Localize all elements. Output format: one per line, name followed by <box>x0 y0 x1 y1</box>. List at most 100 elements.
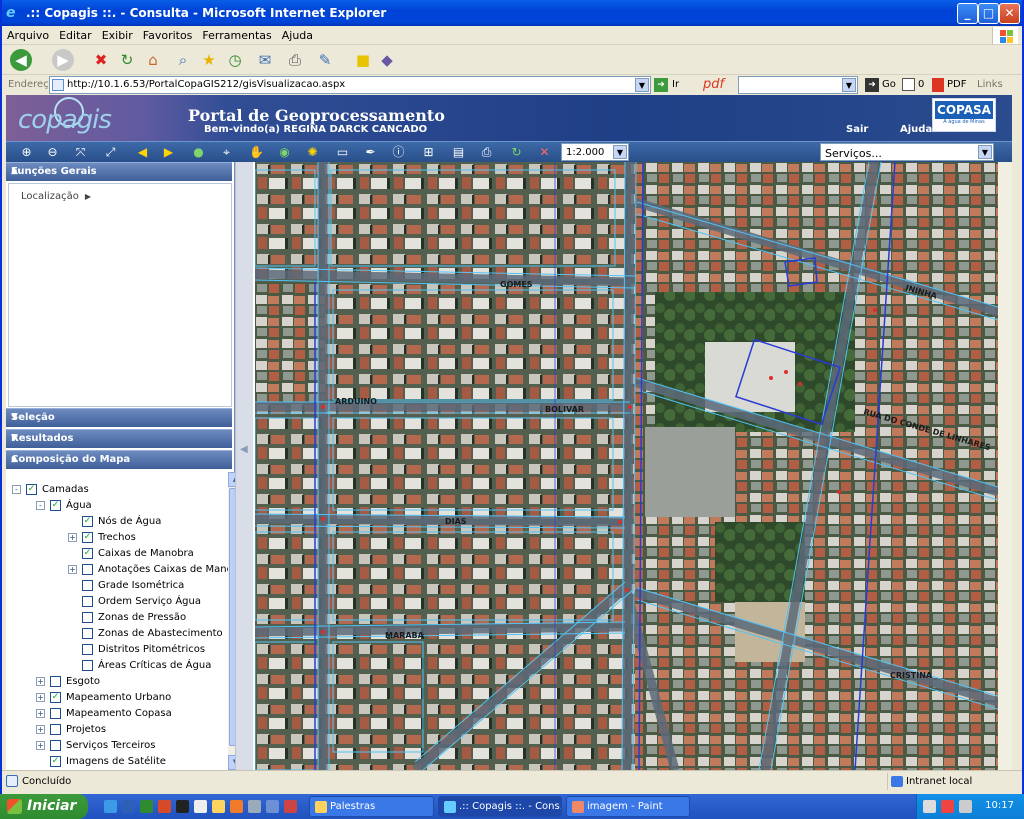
title-bar[interactable]: e .:: Copagis ::. - Consulta - Microsoft… <box>2 0 1022 26</box>
collapse-icon[interactable]: - <box>36 501 45 510</box>
expand-icon[interactable]: + <box>68 533 77 542</box>
minimize-button[interactable]: _ <box>957 3 978 24</box>
folder-quicklaunch-icon[interactable] <box>212 800 225 813</box>
tree-node[interactable]: Zonas de Pressão <box>6 610 228 626</box>
zoom-extent-icon[interactable]: ⤧ <box>72 144 89 161</box>
go-button[interactable]: Ir <box>672 79 679 90</box>
menu-ajuda[interactable]: Ajuda <box>277 26 318 42</box>
menu-editar[interactable]: Editar <box>54 26 97 42</box>
keyboard-tray-icon[interactable] <box>923 800 936 813</box>
layer-checkbox[interactable]: ✓ <box>82 516 93 527</box>
funcoes-gerais-header[interactable]: Funções Gerais ▲ <box>6 162 232 181</box>
edit-icon[interactable]: ✎ <box>314 49 336 71</box>
composicao-header[interactable]: Composição do Mapa ▲ <box>6 450 232 469</box>
tree-node[interactable]: + Projetos <box>6 722 228 738</box>
tree-node[interactable]: + Anotações Caixas de Manobra <box>6 562 228 578</box>
servicos-select[interactable]: Serviços... ▼ <box>820 143 994 161</box>
menu-arquivo[interactable]: Arquivo <box>2 26 54 42</box>
layer-checkbox[interactable] <box>82 596 93 607</box>
tree-node[interactable]: Ordem Serviço Água <box>6 594 228 610</box>
pdf-button[interactable]: PDF <box>947 79 966 90</box>
zoom-in-icon[interactable]: ⊕ <box>18 144 35 161</box>
go2-button[interactable]: Go <box>882 79 896 90</box>
zoom-out-icon[interactable]: ⊖ <box>44 144 61 161</box>
discuss-icon[interactable]: ■ <box>352 49 374 71</box>
layer-checkbox[interactable] <box>82 660 93 671</box>
cmd-quicklaunch-icon[interactable] <box>176 800 189 813</box>
powerpoint-quicklaunch-icon[interactable] <box>158 800 171 813</box>
satellite-map[interactable]: GOMES ARDUINO BOLIVAR DIAS MARABA CRISTI… <box>255 162 998 770</box>
overview-icon[interactable]: ✺ <box>304 144 321 161</box>
mail-icon[interactable]: ✉ <box>254 49 276 71</box>
menu-exibir[interactable]: Exibir <box>97 26 138 42</box>
collapse-icon[interactable]: - <box>12 485 21 494</box>
word-quicklaunch-icon[interactable] <box>122 800 135 813</box>
tree-node[interactable]: ✓ Caixas de Manobra <box>6 546 228 562</box>
pdf-toolbar[interactable]: pdf <box>703 77 724 92</box>
menu-favoritos[interactable]: Favoritos <box>138 26 198 42</box>
identify-xy-icon[interactable]: ⌖ <box>218 144 235 161</box>
search-icon[interactable]: ⌕ <box>172 49 194 71</box>
buffer-icon[interactable]: ⊞ <box>420 144 437 161</box>
links-label[interactable]: Links <box>977 79 1003 90</box>
task-paint[interactable]: imagem - Paint <box>566 796 690 817</box>
tree-node[interactable]: Grade Isométrica <box>6 578 228 594</box>
layer-checkbox[interactable]: ✓ <box>82 532 93 543</box>
tree-node[interactable]: - ✓ Água <box>6 498 228 514</box>
collapse-icon[interactable]: ▲ <box>11 454 225 464</box>
home-icon[interactable]: ⌂ <box>142 49 164 71</box>
servicos-dropdown-icon[interactable]: ▼ <box>978 145 992 159</box>
select-icon[interactable]: ▭ <box>334 144 351 161</box>
speaker-tray-icon[interactable] <box>959 800 972 813</box>
tree-node[interactable]: ✓ Imagens de Satélite <box>6 754 228 768</box>
print-map-icon[interactable]: ⎙ <box>478 144 495 161</box>
expand-icon[interactable]: + <box>36 709 45 718</box>
layer-checkbox[interactable] <box>82 628 93 639</box>
shield-tray-icon[interactable] <box>941 800 954 813</box>
calc-quicklaunch-icon[interactable] <box>194 800 207 813</box>
layer-checkbox[interactable] <box>82 580 93 591</box>
pdf-search-input[interactable]: ▼ <box>738 76 858 94</box>
expand-icon[interactable]: + <box>36 725 45 734</box>
address-input[interactable]: http://10.1.6.53/PortalCopaGIS212/gisVis… <box>49 76 651 94</box>
refresh-map-icon[interactable]: ↻ <box>508 144 525 161</box>
layer-checkbox[interactable] <box>82 564 93 575</box>
desktop-quicklaunch-icon[interactable] <box>248 800 261 813</box>
messenger-icon[interactable]: ◆ <box>376 49 398 71</box>
tree-node[interactable]: + ✓ Trechos <box>6 530 228 546</box>
history-icon[interactable]: ◷ <box>224 49 246 71</box>
explorer-quicklaunch-icon[interactable] <box>266 800 279 813</box>
panel-splitter[interactable]: ◀ <box>235 162 253 770</box>
print-icon[interactable]: ⎙ <box>284 49 306 71</box>
go-icon[interactable]: ➜ <box>654 78 668 92</box>
tree-node[interactable]: Áreas Críticas de Água <box>6 658 228 674</box>
expand-icon[interactable]: + <box>36 693 45 702</box>
layer-checkbox[interactable]: ✓ <box>50 500 61 511</box>
pan-hand-icon[interactable]: ✋ <box>248 144 265 161</box>
go2-icon[interactable]: ➜ <box>865 78 879 92</box>
maximize-button[interactable]: □ <box>978 3 999 24</box>
clock[interactable]: 10:17 <box>985 800 1014 811</box>
tree-node[interactable]: + Esgoto <box>6 674 228 690</box>
clear-icon[interactable]: ✕ <box>536 144 553 161</box>
favorites-icon[interactable]: ★ <box>198 49 220 71</box>
pan-right-icon[interactable]: ▶ <box>160 144 177 161</box>
tree-node[interactable]: + Mapeamento Copasa <box>6 706 228 722</box>
stop-icon[interactable]: ✖ <box>90 49 112 71</box>
tree-node[interactable]: Zonas de Abastecimento <box>6 626 228 642</box>
layers-icon[interactable]: ◉ <box>276 144 293 161</box>
layer-checkbox[interactable]: ✓ <box>82 548 93 559</box>
address-dropdown-icon[interactable]: ▼ <box>635 78 649 92</box>
refresh-icon[interactable]: ↻ <box>116 49 138 71</box>
page-scrollbar[interactable] <box>998 162 1012 770</box>
back-icon[interactable]: ◀ <box>10 49 32 71</box>
window-icon[interactable] <box>902 78 915 91</box>
layer-checkbox[interactable] <box>50 676 61 687</box>
task-palestras[interactable]: Palestras <box>309 796 434 817</box>
globe-map-icon[interactable]: ● <box>190 144 207 161</box>
document-icon[interactable]: ▤ <box>450 144 467 161</box>
scale-dropdown-icon[interactable]: ▼ <box>613 145 627 159</box>
pdf-dropdown-icon[interactable]: ▼ <box>842 78 856 92</box>
resultados-header[interactable]: Resultados ▼ <box>6 429 232 448</box>
tree-node[interactable]: + Serviços Terceiros <box>6 738 228 754</box>
